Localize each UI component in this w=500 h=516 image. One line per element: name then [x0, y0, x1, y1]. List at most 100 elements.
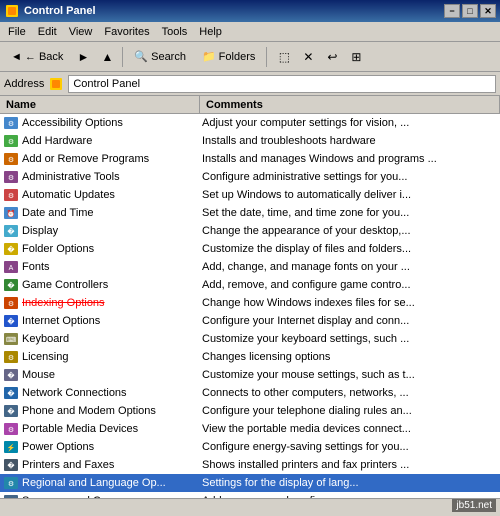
list-item[interactable]: ⚙ Indexing OptionsChange how Windows inde… — [0, 294, 500, 312]
list-item[interactable]: �Internet OptionsConfigure your Internet… — [0, 312, 500, 330]
item-name: Power Options — [20, 441, 198, 453]
content-area: Name Comments ⚙ Accessibility OptionsAdju… — [0, 96, 500, 498]
item-name: Administrative Tools — [20, 171, 198, 183]
svg-text:�: � — [7, 245, 15, 254]
list-item[interactable]: AFontsAdd, change, and manage fonts on y… — [0, 258, 500, 276]
svg-text:⚙: ⚙ — [8, 426, 14, 434]
menu-view[interactable]: View — [63, 24, 99, 40]
list-item[interactable]: ⚙LicensingChanges licensing options — [0, 348, 500, 366]
folders-button[interactable]: 📁 Folders — [195, 45, 262, 69]
svg-text:�: � — [7, 281, 15, 290]
item-name: Automatic Updates — [20, 189, 198, 201]
list-item[interactable]: ⚙Add HardwareInstalls and troubleshoots … — [0, 132, 500, 150]
address-input[interactable] — [68, 75, 496, 93]
undo-button[interactable]: ↩ — [321, 46, 343, 68]
item-icon: � — [2, 402, 20, 420]
search-label: Search — [151, 51, 186, 63]
item-comment: Settings for the display of lang... — [198, 477, 500, 489]
svg-text:⚙: ⚙ — [8, 120, 14, 128]
item-icon: A — [2, 258, 20, 276]
item-comment: Configure energy-saving settings for you… — [198, 441, 500, 453]
list-item[interactable]: � Folder OptionsCustomize the display of … — [0, 240, 500, 258]
svg-text:�: � — [7, 227, 15, 236]
item-comment: Customize your mouse settings, such as t… — [198, 369, 500, 381]
view-icon: ⊞ — [351, 50, 361, 64]
view-button[interactable]: ⊞ — [345, 46, 367, 68]
svg-text:⚙: ⚙ — [8, 192, 14, 200]
window-title: Control Panel — [24, 5, 444, 17]
item-icon: ⚙ — [2, 114, 20, 132]
menu-edit[interactable]: Edit — [32, 24, 63, 40]
menu-help[interactable]: Help — [193, 24, 228, 40]
item-comment: Set up Windows to automatically deliver … — [198, 189, 500, 201]
back-button[interactable]: ◄ ← Back — [4, 45, 70, 69]
item-comment: Adjust your computer settings for vision… — [198, 117, 500, 129]
item-icon: � — [2, 240, 20, 258]
delete-button[interactable]: ✕ — [297, 46, 319, 68]
maximize-button[interactable]: □ — [462, 4, 478, 18]
title-bar: Control Panel − □ ✕ — [0, 0, 500, 22]
item-comment: Customize the display of files and folde… — [198, 243, 500, 255]
item-icon: ⏰ — [2, 204, 20, 222]
column-header-name[interactable]: Name — [0, 96, 200, 113]
item-comment: Configure your telephone dialing rules a… — [198, 405, 500, 417]
search-button[interactable]: 🔍 Search — [127, 45, 193, 69]
menu-bar: File Edit View Favorites Tools Help — [0, 22, 500, 42]
svg-text:⌨: ⌨ — [6, 336, 16, 344]
menu-tools[interactable]: Tools — [156, 24, 194, 40]
item-icon: ⌨ — [2, 330, 20, 348]
list-item[interactable]: ⚙Administrative ToolsConfigure administr… — [0, 168, 500, 186]
item-name: Accessibility Options — [20, 117, 198, 129]
item-name: Date and Time — [20, 207, 198, 219]
column-header-comments[interactable]: Comments — [200, 96, 500, 113]
list-item[interactable]: ⚙ Automatic UpdatesSet up Windows to auto… — [0, 186, 500, 204]
item-icon: � — [2, 384, 20, 402]
item-icon: � — [2, 456, 20, 474]
toolbar: ◄ ← Back ► ▲ 🔍 Search 📁 Folders ⬚ ✕ ↩ ⊞ — [0, 42, 500, 72]
minimize-button[interactable]: − — [444, 4, 460, 18]
menu-file[interactable]: File — [2, 24, 32, 40]
copy-button[interactable]: ⬚ — [273, 46, 295, 68]
list-item[interactable]: �DisplayChange the appearance of your de… — [0, 222, 500, 240]
list-item[interactable]: ⏰Date and TimeSet the date, time, and ti… — [0, 204, 500, 222]
list-item[interactable]: ⚙Scanners and CamerasAdd, remove, and co… — [0, 492, 500, 498]
item-name: Internet Options — [20, 315, 198, 327]
forward-button[interactable]: ► — [72, 46, 94, 68]
svg-text:⚙: ⚙ — [8, 300, 14, 308]
item-name: Portable Media Devices — [20, 423, 198, 435]
item-comment: Changes licensing options — [198, 351, 500, 363]
item-comment: Add, remove, and configure game contro..… — [198, 279, 500, 291]
list-item[interactable]: �Printers and FaxesShows installed print… — [0, 456, 500, 474]
list-item[interactable]: �MouseCustomize your mouse settings, suc… — [0, 366, 500, 384]
item-name: Folder Options — [20, 243, 198, 255]
undo-icon: ↩ — [327, 50, 337, 64]
menu-favorites[interactable]: Favorites — [98, 24, 155, 40]
list-item[interactable]: ⚙ Accessibility OptionsAdjust your comput… — [0, 114, 500, 132]
svg-text:⏰: ⏰ — [7, 209, 16, 218]
list-item[interactable]: ⌨KeyboardCustomize your keyboard setting… — [0, 330, 500, 348]
item-icon: ⚙ — [2, 294, 20, 312]
item-comment: Installs and manages Windows and program… — [198, 153, 500, 165]
list-item[interactable]: �Network ConnectionsConnects to other co… — [0, 384, 500, 402]
address-bar: Address — [0, 72, 500, 96]
item-comment: Change how Windows indexes files for se.… — [198, 297, 500, 309]
list-item[interactable]: � Phone and Modem OptionsConfigure your t… — [0, 402, 500, 420]
item-icon: ⚙ — [2, 420, 20, 438]
list-item[interactable]: ⚙Regional and Language Op...Settings for… — [0, 474, 500, 492]
list-item[interactable]: ⚡Power OptionsConfigure energy-saving se… — [0, 438, 500, 456]
item-icon: ⚡ — [2, 438, 20, 456]
close-button[interactable]: ✕ — [480, 4, 496, 18]
list-item[interactable]: ⚙Portable Media DevicesView the portable… — [0, 420, 500, 438]
item-name: Printers and Faxes — [20, 459, 198, 471]
item-name: Phone and Modem Options — [20, 405, 198, 417]
svg-text:�: � — [7, 407, 15, 416]
list-item[interactable]: ⚙Add or Remove ProgramsInstalls and mana… — [0, 150, 500, 168]
item-comment: Shows installed printers and fax printer… — [198, 459, 500, 471]
item-name: Game Controllers — [20, 279, 198, 291]
item-name: Indexing Options — [20, 297, 198, 309]
item-comment: Configure your Internet display and conn… — [198, 315, 500, 327]
back-arrow-icon: ◄ — [11, 51, 22, 63]
item-comment: Connects to other computers, networks, .… — [198, 387, 500, 399]
up-button[interactable]: ▲ — [96, 46, 118, 68]
list-item[interactable]: � Game ControllersAdd, remove, and config… — [0, 276, 500, 294]
